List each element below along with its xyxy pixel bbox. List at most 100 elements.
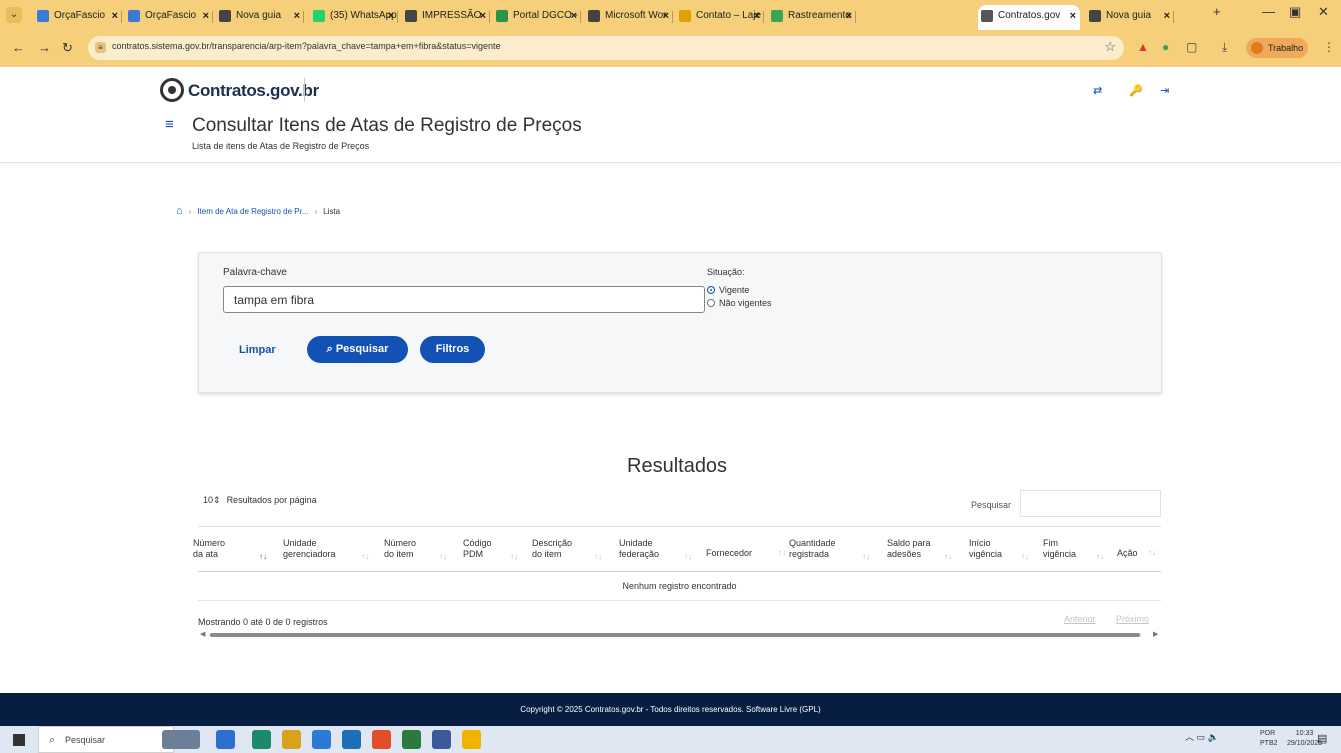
tab-close-icon[interactable]: × [571,5,577,27]
tab-close-icon[interactable]: × [754,5,760,27]
url-text[interactable]: contratos.sistema.gov.br/transparencia/a… [112,41,501,51]
sort-arrows-icon[interactable]: ↑↓ [361,552,369,561]
language-indicator[interactable]: POR PTB2 [1260,729,1278,749]
radio-unchecked-icon[interactable] [707,299,715,307]
address-bar[interactable]: ≡ contratos.sistema.gov.br/transparencia… [88,36,1124,60]
profile-button[interactable]: Trabalho [1246,38,1308,58]
browser-menu-icon[interactable]: ⋮ [1323,40,1335,54]
keyword-input[interactable] [223,286,705,313]
column-header[interactable]: Descrição do item [532,538,572,560]
browser-tab[interactable]: OrçaFascio × [125,5,213,30]
tray-chevron-icon[interactable]: ︿ [1185,732,1194,742]
taskbar-search[interactable]: ⌕ Pesquisar [38,726,174,753]
taskbar-app-icon[interactable] [432,730,451,749]
browser-tab[interactable]: IMPRESSÃO × [402,5,490,30]
table-search-input[interactable] [1020,490,1161,517]
new-tab-button[interactable]: + [1213,4,1221,19]
sort-arrows-icon[interactable]: ↑↓ [778,548,786,557]
column-header[interactable]: Saldo para adesões [887,538,931,560]
extensions-puzzle-icon[interactable]: ▢ [1186,40,1197,54]
volume-icon[interactable]: 🔈 [1208,732,1219,742]
download-icon[interactable]: ⤓ [1222,40,1227,55]
tab-close-icon[interactable]: × [203,5,209,27]
tab-search-icon[interactable]: ⌄ [6,7,22,23]
browser-tab[interactable]: (35) WhatsApp × [310,5,398,30]
browser-tab[interactable]: Microsoft Wor × [585,5,673,30]
column-header[interactable]: Número da ata [193,538,225,560]
back-icon[interactable]: ← [12,40,25,55]
taskbar-app-icon[interactable] [162,730,200,749]
tab-close-icon[interactable]: × [1164,5,1170,27]
reload-icon[interactable]: ↻ [62,40,73,56]
prev-page-link[interactable]: Anterior [1064,614,1096,624]
radio-checked-icon[interactable] [707,286,715,294]
radio-nao-vigentes[interactable]: Não vigentes [707,298,772,308]
filters-button[interactable]: Filtros [420,336,485,363]
taskbar-app-icon[interactable] [216,730,235,749]
sort-arrows-icon[interactable]: ↑↓ [1096,552,1104,561]
scroll-thumb[interactable] [210,633,1140,637]
browser-tab[interactable]: Nova guia × [216,5,304,30]
close-window-icon[interactable]: ✕ [1318,4,1329,20]
notifications-icon[interactable]: ▤ [1317,732,1327,745]
sort-arrows-icon[interactable]: ↑↓ [594,552,602,561]
column-header[interactable]: Número do item [384,538,416,560]
taskbar-app-icon[interactable] [282,730,301,749]
sort-arrows-icon[interactable]: ↑↓ [1021,552,1029,561]
sort-arrows-icon[interactable]: ↑↓ [684,552,692,561]
tab-close-icon[interactable]: × [663,5,669,27]
sort-arrows-icon[interactable]: ↑↓ [439,552,447,561]
browser-tab[interactable]: Contato – Laje × [676,5,764,30]
tab-close-icon[interactable]: × [112,5,118,27]
column-header[interactable]: Unidade federação [619,538,659,560]
column-header[interactable]: Código PDM [463,538,492,560]
bookmark-star-icon[interactable]: ☆ [1104,39,1116,55]
system-tray[interactable]: ︿ ▭ 🔈 [1185,730,1219,743]
column-header[interactable]: Fornecedor [706,548,752,559]
taskbar-app-icon[interactable] [402,730,421,749]
column-header[interactable]: Unidade gerenciadora [283,538,336,560]
next-page-link[interactable]: Próximo [1116,614,1149,624]
tab-close-icon[interactable]: × [480,5,486,27]
taskbar-app-icon[interactable] [342,730,361,749]
taskbar-app-icon[interactable] [372,730,391,749]
column-header[interactable]: Quantidade registrada [789,538,836,560]
clear-button[interactable]: Limpar [239,344,276,356]
forward-icon[interactable]: → [38,40,51,55]
taskbar-app-icon[interactable] [462,730,481,749]
browser-tab[interactable]: Nova guia × [1086,5,1174,30]
sort-arrows-icon[interactable]: ↑↓ [1148,548,1156,557]
table-horizontal-scrollbar[interactable]: ◀ ▶ [198,630,1161,640]
network-icon[interactable]: ▭ [1197,732,1206,742]
logout-icon[interactable]: ⇥ [1160,84,1169,97]
scroll-left-icon[interactable]: ◀ [200,630,205,638]
scroll-right-icon[interactable]: ▶ [1153,630,1158,638]
sort-arrows-icon[interactable]: ↑↓ [259,552,267,561]
minimize-icon[interactable]: — [1262,4,1275,19]
browser-tab[interactable]: Portal DGCO - × [493,5,581,30]
browser-tab[interactable]: Rastreamento × [768,5,856,30]
tab-close-icon[interactable]: × [846,5,852,27]
sort-arrows-icon[interactable]: ↑↓ [944,552,952,561]
breadcrumb-item[interactable]: Item de Ata de Registro de Pr... [197,207,308,216]
sort-arrows-icon[interactable]: ↑↓ [510,552,518,561]
radio-vigente[interactable]: Vigente [707,285,749,295]
page-size-select[interactable]: 10⇕ [203,495,221,506]
taskbar-app-icon[interactable] [252,730,271,749]
column-header[interactable]: Fim vigência [1043,538,1076,560]
hamburger-menu-icon[interactable]: ≡ [165,116,174,133]
browser-tab[interactable]: OrçaFascio × [34,5,122,30]
taskbar-app-icon[interactable] [312,730,331,749]
browser-tab[interactable]: Contratos.gov × [978,5,1080,30]
restore-icon[interactable]: ▣ [1289,4,1301,20]
tab-close-icon[interactable]: × [388,5,394,27]
sort-arrows-icon[interactable]: ↑↓ [862,552,870,561]
windows-start-icon[interactable] [13,734,25,746]
home-icon[interactable]: ⌂ [176,205,183,217]
switch-icon[interactable]: ⇄ [1093,84,1102,97]
extension-leaf-icon[interactable]: ● [1162,40,1169,54]
column-header[interactable]: Início vigência [969,538,1002,560]
key-icon[interactable]: 🔑 [1129,84,1143,97]
extension-printer-icon[interactable]: ▲ [1137,40,1149,54]
site-info-icon[interactable]: ≡ [95,42,106,53]
